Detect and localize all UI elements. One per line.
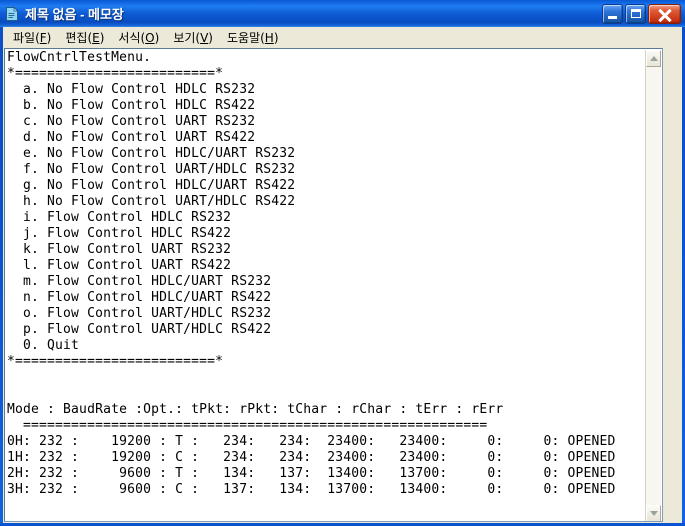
menu-item-help[interactable]: 도움말(H) [220, 29, 286, 47]
titlebar[interactable]: 제목 없음 - 메모장 [0, 0, 685, 27]
notepad-window: 제목 없음 - 메모장 파일(F) 편집(E) 서식(O) 보기(V) 도움말(… [0, 0, 685, 526]
window-title: 제목 없음 - 메모장 [25, 7, 124, 22]
minimize-icon [608, 15, 617, 19]
scroll-up-arrow-icon [650, 56, 658, 61]
maximize-button[interactable] [625, 3, 646, 24]
menu-item-format[interactable]: 서식(O) [111, 29, 166, 47]
window-controls [602, 3, 681, 24]
menubar: 파일(F) 편집(E) 서식(O) 보기(V) 도움말(H) [3, 27, 682, 48]
maximize-icon [631, 8, 641, 18]
editor-text[interactable]: FlowCntrlTestMenu. *====================… [7, 50, 662, 498]
scrollbar-track[interactable] [646, 67, 661, 505]
menu-item-file[interactable]: 파일(F) [6, 29, 58, 47]
scroll-down-button[interactable] [646, 505, 661, 521]
menu-item-edit[interactable]: 편집(E) [58, 29, 111, 47]
notepad-document-icon [4, 6, 20, 22]
scroll-up-button[interactable] [646, 50, 661, 67]
client-area: FlowCntrlTestMenu. *====================… [3, 48, 682, 523]
text-editor-area[interactable]: FlowCntrlTestMenu. *====================… [4, 48, 663, 522]
vertical-scrollbar[interactable] [645, 50, 661, 521]
close-button[interactable] [648, 3, 681, 24]
scroll-down-arrow-icon [650, 511, 658, 516]
menu-item-view[interactable]: 보기(V) [166, 29, 220, 47]
minimize-button[interactable] [602, 3, 623, 24]
